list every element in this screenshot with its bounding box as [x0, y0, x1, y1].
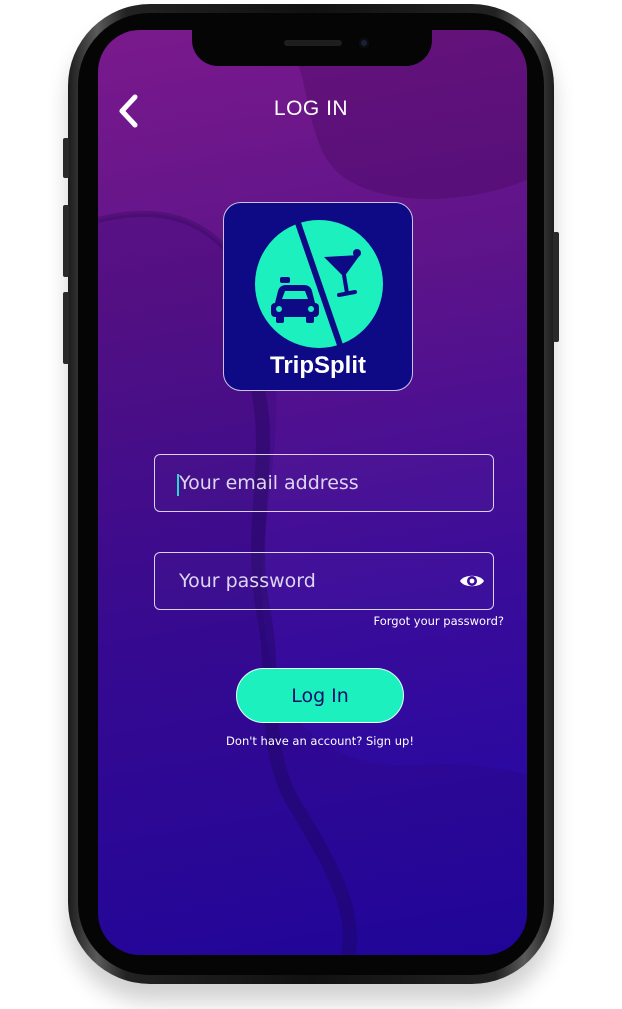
chevron-left-icon: [119, 94, 138, 128]
signup-link[interactable]: Don't have an account? Sign up!: [180, 734, 460, 748]
volume-down-button: [63, 292, 69, 364]
earpiece-speaker: [284, 40, 342, 46]
power-button: [553, 232, 559, 342]
front-camera: [359, 38, 369, 48]
email-field[interactable]: [154, 454, 494, 512]
email-input[interactable]: [179, 455, 449, 511]
volume-up-button: [63, 205, 69, 277]
logo-badge: [255, 220, 383, 348]
page-title: LOG IN: [273, 97, 349, 120]
password-field[interactable]: [154, 552, 494, 610]
forgot-password-link[interactable]: Forgot your password?: [320, 614, 504, 628]
back-button[interactable]: [113, 92, 147, 130]
app-name: TripSplit: [270, 352, 366, 379]
login-button[interactable]: Log In: [236, 668, 404, 723]
silent-switch: [63, 138, 69, 178]
eye-icon[interactable]: [459, 571, 485, 591]
notch: [192, 30, 432, 66]
password-input[interactable]: [179, 553, 449, 609]
app-logo: TripSplit: [223, 202, 413, 391]
